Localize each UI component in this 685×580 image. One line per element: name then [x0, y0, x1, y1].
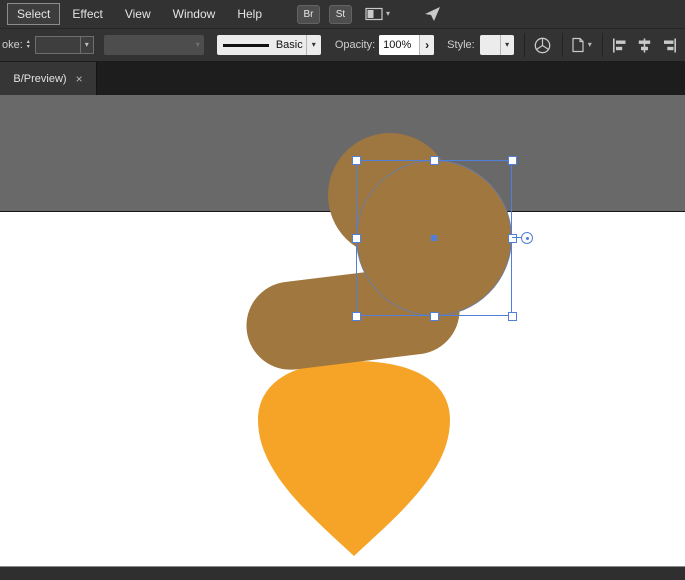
stroke-weight-dropdown[interactable]: ▾ — [80, 36, 94, 54]
menu-item-help[interactable]: Help — [227, 3, 272, 25]
selection-handle[interactable] — [508, 156, 517, 165]
selection-handle[interactable] — [430, 156, 439, 165]
brush-stroke-preview — [222, 43, 269, 47]
share-icon[interactable] — [424, 6, 442, 22]
selection-center-point[interactable] — [431, 235, 437, 241]
recolor-artwork-icon[interactable] — [533, 36, 552, 55]
align-right-icon[interactable] — [661, 37, 678, 54]
align-left-icon[interactable] — [611, 37, 628, 54]
opacity-control: › — [379, 35, 435, 55]
chevron-down-icon: ▾ — [195, 40, 200, 49]
arrange-documents-icon[interactable]: ▾ — [365, 7, 390, 21]
chevron-down-icon: ▾ — [311, 40, 316, 49]
style-dropdown[interactable]: ▾ — [499, 35, 514, 55]
opacity-label: Opacity: — [334, 39, 376, 51]
stroke-label: oke: — [2, 39, 23, 51]
ellipse-pie-widget-icon[interactable] — [521, 232, 533, 244]
selection-handle[interactable] — [508, 312, 517, 321]
document-tab-bar: B/Preview) × — [0, 62, 685, 95]
selection-handle[interactable] — [508, 234, 517, 243]
separator — [523, 33, 525, 57]
chevron-down-icon: ▾ — [386, 9, 391, 18]
style-label: Style: — [447, 39, 475, 51]
opacity-input[interactable] — [379, 35, 420, 55]
width-profile-select: ▾ — [103, 35, 204, 55]
menu-item-effect[interactable]: Effect — [62, 3, 112, 25]
document-tab-title: B/Preview) — [13, 72, 67, 85]
stock-icon[interactable]: St — [329, 4, 352, 24]
menu-item-view[interactable]: View — [115, 3, 161, 25]
stepper-down-icon[interactable]: ▾ — [27, 44, 30, 50]
canvas — [0, 95, 685, 566]
menu-item-window[interactable]: Window — [163, 3, 226, 25]
tab-close-icon[interactable]: × — [76, 73, 83, 85]
control-bar: oke: ▴ ▾ ▾ ▾ Basic ▾ Opacity: › Style: ▾ — [0, 28, 685, 62]
selection-handle[interactable] — [430, 312, 439, 321]
stroke-weight-stepper[interactable]: ▴ ▾ — [27, 39, 30, 50]
chevron-down-icon: ▾ — [505, 40, 510, 49]
graphic-style-select[interactable]: ▾ — [479, 35, 514, 55]
document-tab[interactable]: B/Preview) × — [0, 62, 97, 95]
stroke-weight-value[interactable] — [34, 36, 81, 54]
selection-handle[interactable] — [352, 312, 361, 321]
selection-handle[interactable] — [352, 156, 361, 165]
document-setup-icon[interactable]: ▾ — [571, 37, 592, 53]
stroke-weight-select[interactable]: ▾ — [34, 36, 94, 54]
brush-dropdown[interactable]: ▾ — [305, 35, 321, 55]
bridge-icon[interactable]: Br — [297, 4, 320, 24]
menu-item-select[interactable]: Select — [7, 3, 61, 25]
status-bar — [0, 566, 685, 580]
align-horizontal-center-icon[interactable] — [636, 37, 653, 54]
menu-bar: Select Effect View Window Help Br St ▾ — [0, 0, 685, 28]
selection-handle[interactable] — [352, 234, 361, 243]
separator — [561, 33, 563, 57]
opacity-panel-arrow[interactable]: › — [419, 35, 435, 55]
separator — [601, 33, 603, 57]
chevron-down-icon: ▾ — [587, 40, 592, 49]
chevron-down-icon: ▾ — [84, 40, 89, 49]
brush-definition-select[interactable]: Basic ▾ — [216, 35, 321, 55]
brush-name-label: Basic — [275, 39, 303, 51]
